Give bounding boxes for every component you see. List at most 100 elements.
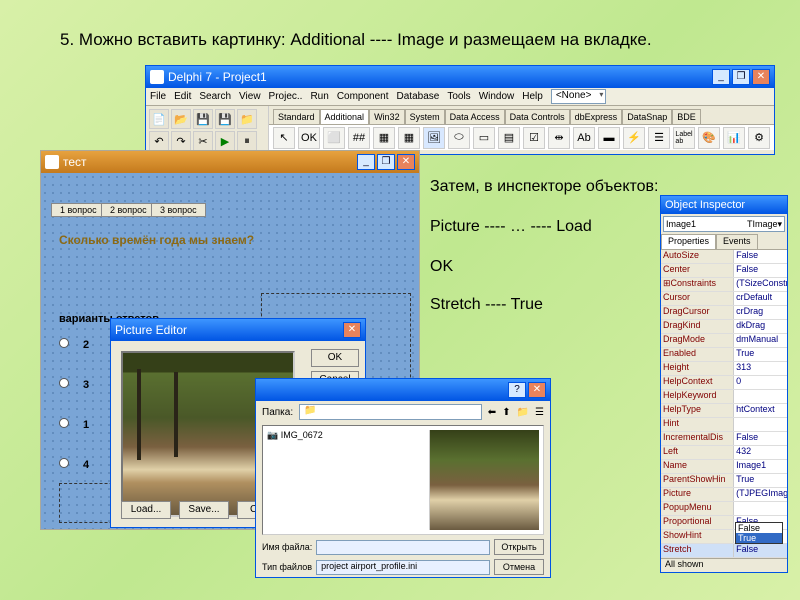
prop-value[interactable]: htContext bbox=[734, 404, 787, 417]
prop-name[interactable]: PopupMenu bbox=[661, 502, 734, 515]
tab-properties[interactable]: Properties bbox=[661, 234, 716, 249]
prop-name[interactable]: Picture bbox=[661, 488, 734, 501]
stringgrid-icon[interactable]: ▦ bbox=[373, 127, 395, 149]
prop-name[interactable]: DragMode bbox=[661, 334, 734, 347]
tab-win32[interactable]: Win32 bbox=[369, 109, 405, 124]
tab-q1[interactable]: 1 вопрос bbox=[51, 203, 106, 217]
form-minimize[interactable]: _ bbox=[357, 154, 375, 170]
menu-run[interactable]: Run bbox=[310, 91, 328, 102]
save-icon[interactable]: 💾 bbox=[193, 109, 213, 129]
option-1[interactable]: 2 bbox=[59, 338, 89, 351]
back-icon[interactable]: ⬅ bbox=[488, 407, 496, 418]
run-icon[interactable]: ▶ bbox=[215, 131, 235, 151]
pause-icon[interactable]: ⏸ bbox=[237, 131, 257, 151]
colorbox-icon[interactable]: 🎨 bbox=[698, 127, 720, 149]
menu-help[interactable]: Help bbox=[522, 91, 543, 102]
property-grid[interactable]: AutoSizeFalseCenterFalse⊞Constraints(TSi… bbox=[661, 250, 787, 560]
prop-name[interactable]: Cursor bbox=[661, 292, 734, 305]
prop-value[interactable]: 0 bbox=[734, 376, 787, 389]
prop-name[interactable]: Left bbox=[661, 446, 734, 459]
prop-name[interactable]: Stretch bbox=[661, 544, 734, 557]
scrollbox-icon[interactable]: ▤ bbox=[498, 127, 520, 149]
prop-value[interactable]: False bbox=[734, 544, 787, 557]
maskedit-icon[interactable]: ## bbox=[348, 127, 370, 149]
prop-value[interactable]: False bbox=[734, 432, 787, 445]
form-close[interactable]: ✕ bbox=[397, 154, 415, 170]
new-icon[interactable]: 📄 bbox=[149, 109, 169, 129]
tab-bde[interactable]: BDE bbox=[672, 109, 701, 124]
prop-name[interactable]: Center bbox=[661, 264, 734, 277]
oi-object-combo[interactable]: Image1 TImage ▾ bbox=[663, 216, 785, 232]
prop-name[interactable]: ParentShowHin bbox=[661, 474, 734, 487]
prop-value[interactable]: dkDrag bbox=[734, 320, 787, 333]
prop-value[interactable]: (TSizeConstrain bbox=[734, 278, 787, 291]
open-button[interactable]: Открыть bbox=[494, 539, 544, 555]
prop-value[interactable] bbox=[734, 502, 787, 515]
prop-name[interactable]: Height bbox=[661, 362, 734, 375]
radio-icon[interactable] bbox=[59, 418, 69, 428]
actionmgr-icon[interactable]: ⚙ bbox=[748, 127, 770, 149]
prop-name[interactable]: Proportional bbox=[661, 516, 734, 529]
menu-component[interactable]: Component bbox=[337, 91, 389, 102]
checklist-icon[interactable]: ☑ bbox=[523, 127, 545, 149]
prop-name[interactable]: IncrementalDis bbox=[661, 432, 734, 445]
menu-window[interactable]: Window bbox=[479, 91, 515, 102]
prop-value[interactable]: crDrag bbox=[734, 306, 787, 319]
tab-additional[interactable]: Additional bbox=[320, 109, 370, 124]
cancel-open-button[interactable]: Отмена bbox=[494, 559, 544, 575]
undo-icon[interactable]: ↶ bbox=[149, 131, 169, 151]
radio-icon[interactable] bbox=[59, 458, 69, 468]
prop-name[interactable]: ShowHint bbox=[661, 530, 734, 543]
prop-value[interactable]: False bbox=[734, 264, 787, 277]
opendlg-close[interactable]: ✕ bbox=[528, 382, 546, 398]
prop-value[interactable]: True bbox=[734, 348, 787, 361]
menu-search[interactable]: Search bbox=[199, 91, 231, 102]
menu-database[interactable]: Database bbox=[397, 91, 440, 102]
tab-datasnap[interactable]: DataSnap bbox=[622, 109, 672, 124]
maximize-button[interactable]: ❐ bbox=[732, 69, 750, 85]
saveall-icon[interactable]: 💾 bbox=[215, 109, 235, 129]
redo-icon[interactable]: ↷ bbox=[171, 131, 191, 151]
menu-view[interactable]: View bbox=[239, 91, 261, 102]
tab-system[interactable]: System bbox=[405, 109, 445, 124]
arrow-icon[interactable]: ↖ bbox=[273, 127, 295, 149]
ok-button[interactable]: OK bbox=[311, 349, 359, 367]
tab-dbexpress[interactable]: dbExpress bbox=[570, 109, 623, 124]
tab-q2[interactable]: 2 вопрос bbox=[101, 203, 156, 217]
image-icon[interactable]: 🖼 bbox=[423, 127, 445, 149]
prop-name[interactable]: HelpType bbox=[661, 404, 734, 417]
splitter-icon[interactable]: ⇹ bbox=[548, 127, 570, 149]
valuelisteditor-icon[interactable]: ☰ bbox=[648, 127, 670, 149]
dropdown-true[interactable]: True bbox=[736, 533, 782, 543]
filetype-combo[interactable]: project airport_profile.ini bbox=[316, 560, 490, 575]
minimize-button[interactable]: _ bbox=[712, 69, 730, 85]
chart-icon[interactable]: 📊 bbox=[723, 127, 745, 149]
tab-datacontrols[interactable]: Data Controls bbox=[505, 109, 570, 124]
prop-name[interactable]: Hint bbox=[661, 418, 734, 431]
prop-value[interactable]: 313 bbox=[734, 362, 787, 375]
prop-value[interactable] bbox=[734, 418, 787, 431]
prop-name[interactable]: DragCursor bbox=[661, 306, 734, 319]
prop-name[interactable]: AutoSize bbox=[661, 250, 734, 263]
radio-icon[interactable] bbox=[59, 378, 69, 388]
prop-name[interactable]: HelpKeyword bbox=[661, 390, 734, 403]
bevel-icon[interactable]: ▭ bbox=[473, 127, 495, 149]
drawgrid-icon[interactable]: ▦ bbox=[398, 127, 420, 149]
prop-value[interactable]: (TJPEGImage) bbox=[734, 488, 787, 501]
prop-name[interactable]: Name bbox=[661, 460, 734, 473]
newfolder-icon[interactable]: 📁 bbox=[517, 407, 529, 418]
statictext-icon[interactable]: Ab bbox=[573, 127, 595, 149]
radio-icon[interactable] bbox=[59, 338, 69, 348]
save-button[interactable]: Save... bbox=[179, 501, 229, 519]
picedit-titlebar[interactable]: Picture Editor ✕ bbox=[111, 319, 365, 341]
close-button[interactable]: ✕ bbox=[752, 69, 770, 85]
prop-value[interactable]: True bbox=[734, 474, 787, 487]
speedbtn-icon[interactable]: ⬜ bbox=[323, 127, 345, 149]
opendlg-help[interactable]: ? bbox=[508, 382, 526, 398]
file-list[interactable]: 📷 IMG_0672 bbox=[263, 426, 425, 534]
prop-name[interactable]: DragKind bbox=[661, 320, 734, 333]
config-combo[interactable]: <None> bbox=[551, 89, 607, 104]
appevents-icon[interactable]: ⚡ bbox=[623, 127, 645, 149]
dropdown-false[interactable]: False bbox=[736, 523, 782, 533]
chevron-down-icon[interactable]: ▾ bbox=[777, 219, 782, 230]
